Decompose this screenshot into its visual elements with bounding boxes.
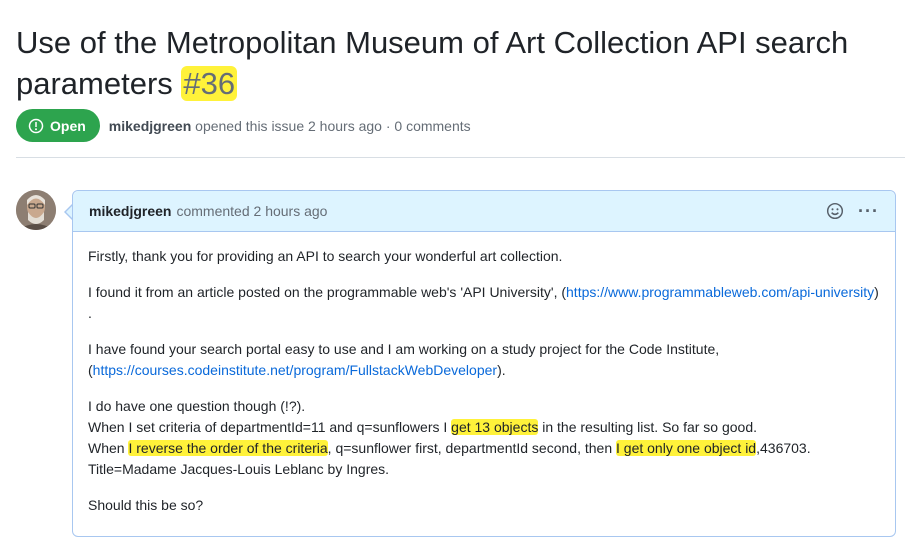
comment-paragraph: Firstly, thank you for providing an API … [88, 248, 563, 264]
kebab-menu-icon[interactable]: ··· [858, 202, 879, 220]
status-badge: Open [16, 109, 100, 142]
comment-text: in the resulting list. So far so good. [538, 419, 758, 435]
status-label: Open [50, 117, 86, 134]
comment-paragraph: I do have one question though (!?). When… [88, 396, 880, 480]
comment-text: , q=sunflower first, departmentId second… [327, 440, 616, 456]
codeinstitute-link[interactable]: https://courses.codeinstitute.net/progra… [93, 362, 497, 378]
comment-text: When I set criteria of departmentId=11 a… [88, 419, 452, 435]
comment-text: When [88, 440, 129, 456]
comment-header: mikedjgreen commented 2 hours ago ··· [73, 191, 895, 232]
highlighted-text: I reverse the order of the criteria [128, 440, 328, 456]
comment-paragraph: I have found your search portal easy to … [88, 339, 880, 381]
issue-number: #36 [181, 66, 238, 101]
comment-timestamp[interactable]: commented 2 hours ago [176, 203, 327, 219]
issue-title-text: Use of the Metropolitan Museum of Art Co… [16, 25, 849, 101]
comment-author-link[interactable]: mikedjgreen [89, 203, 171, 219]
comment-paragraph: Should this be so? [88, 497, 204, 513]
issue-open-icon [28, 118, 44, 134]
issue-meta-text: mikedjgreen opened this issue 2 hours ag… [109, 118, 471, 134]
header-divider [16, 157, 905, 158]
issue-author-link[interactable]: mikedjgreen [109, 118, 191, 134]
comment-text: ). [497, 362, 506, 378]
highlighted-text: I get only one object id [616, 440, 757, 456]
comment-box: mikedjgreen commented 2 hours ago ··· Fi… [72, 190, 896, 537]
comment-text: Title=Madame Jacques-Louis Leblanc by In… [88, 461, 390, 477]
avatar[interactable] [16, 190, 56, 230]
issue-meta: Open mikedjgreen opened this issue 2 hou… [16, 109, 471, 142]
issue-opened-text: opened this issue 2 hours ago · 0 commen… [195, 117, 471, 134]
smiley-icon[interactable] [826, 202, 844, 220]
highlighted-text: get 13 objects [451, 419, 539, 435]
programmableweb-link[interactable]: https://www.programmableweb.com/api-univ… [566, 284, 874, 300]
comment-text: I found it from an article posted on the… [88, 284, 567, 300]
comment-paragraph: I found it from an article posted on the… [88, 282, 880, 324]
comment-body: Firstly, thank you for providing an API … [73, 232, 895, 516]
comment-text: I do have one question though (!?). [88, 398, 306, 414]
comment-text: ,436703. [756, 440, 811, 456]
issue-title: Use of the Metropolitan Museum of Art Co… [16, 22, 901, 104]
comment-actions: ··· [826, 202, 879, 220]
